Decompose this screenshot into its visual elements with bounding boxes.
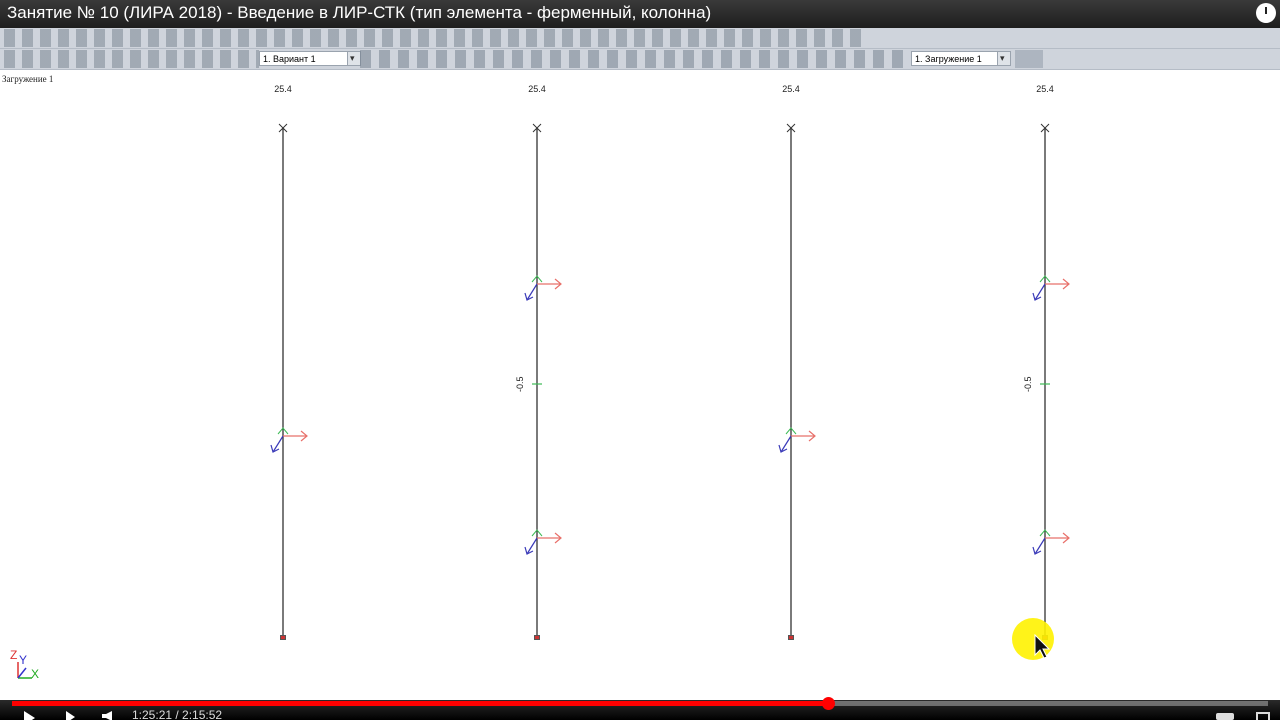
support-node-inner xyxy=(789,636,793,639)
load-case-select[interactable]: 1. Загружение 1 xyxy=(911,51,1011,66)
toolbar-icon-end[interactable] xyxy=(1015,50,1043,68)
column-top-label: 25.4 xyxy=(1036,84,1054,94)
support-node-inner xyxy=(535,636,539,639)
variant-select-value: 1. Вариант 1 xyxy=(263,54,316,64)
video-title-bar: Занятие № 10 (ЛИРА 2018) - Введение в ЛИ… xyxy=(0,0,1280,28)
local-axes-marker xyxy=(524,275,562,301)
local-axes-marker xyxy=(1032,275,1070,301)
toolbar-icons-row-2[interactable] xyxy=(4,50,259,68)
scheme-drawing[interactable]: 25.4 25.4 -0.5 25.4 25.4 -0.5 xyxy=(0,70,1280,700)
next-icon[interactable] xyxy=(66,711,75,723)
global-axes-icon xyxy=(17,662,32,679)
column-top-label: 25.4 xyxy=(528,84,546,94)
captions-icon[interactable] xyxy=(1216,713,1234,720)
column-side-label: -0.5 xyxy=(515,376,525,392)
play-icon[interactable] xyxy=(24,711,35,725)
video-title[interactable]: Занятие № 10 (ЛИРА 2018) - Введение в ЛИ… xyxy=(7,3,711,23)
column-side-label: -0.5 xyxy=(1023,376,1033,392)
secondary-toolbar: 1. Вариант 1 1. Загружение 1 xyxy=(0,49,1280,70)
local-axes-marker xyxy=(524,529,562,555)
support-node-inner xyxy=(281,636,285,639)
toolbar-icons-row-2b[interactable] xyxy=(360,50,905,68)
toolbar-icons-row-1[interactable] xyxy=(4,29,866,47)
fullscreen-icon[interactable] xyxy=(1256,712,1270,720)
variant-select[interactable]: 1. Вариант 1 xyxy=(259,51,361,66)
progress-fill xyxy=(12,701,829,706)
local-axes-marker xyxy=(778,427,816,453)
column-top-label: 25.4 xyxy=(782,84,800,94)
chevron-down-icon[interactable] xyxy=(997,51,1010,66)
mouse-cursor-icon xyxy=(1034,634,1050,659)
watch-later-icon[interactable] xyxy=(1256,3,1276,23)
chevron-down-icon[interactable] xyxy=(347,51,360,66)
load-case-select-value: 1. Загружение 1 xyxy=(915,54,982,64)
model-canvas[interactable]: Загружение 1 25.4 25.4 -0.5 25.4 25.4 -0.5 Z … xyxy=(0,70,1280,700)
local-axes-marker xyxy=(1032,529,1070,555)
local-axes-marker xyxy=(270,427,308,453)
main-toolbar xyxy=(0,28,1280,49)
column-top-label: 25.4 xyxy=(274,84,292,94)
